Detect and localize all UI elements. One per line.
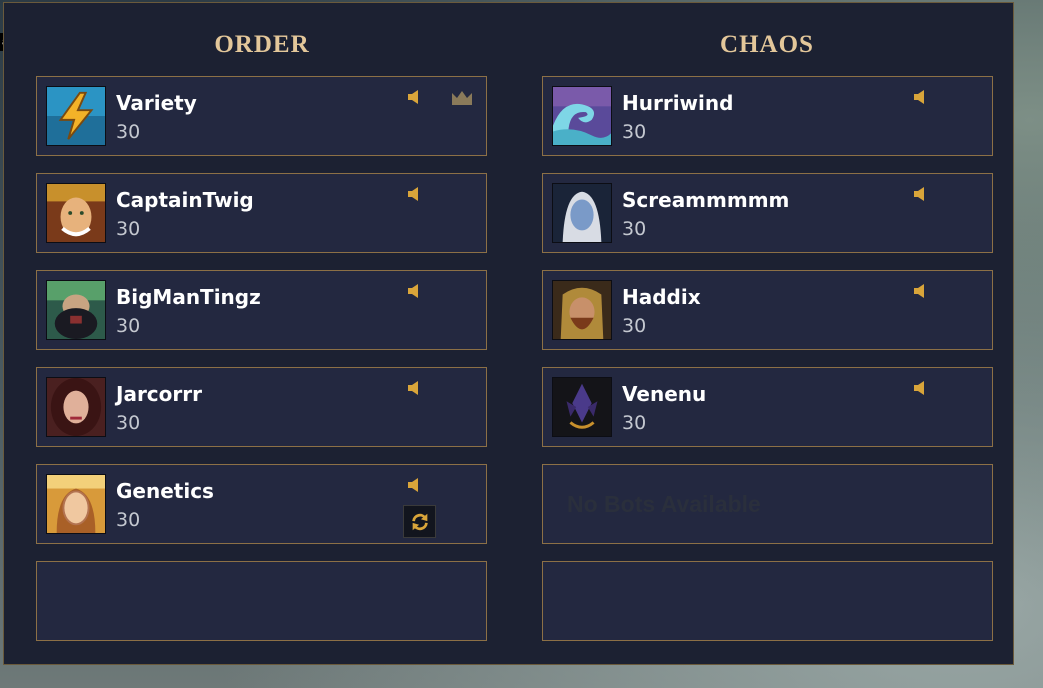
player-name: Haddix — [622, 285, 701, 309]
god-portrait-icon — [552, 280, 612, 340]
god-portrait-icon — [46, 377, 106, 437]
speaker-icon[interactable] — [913, 186, 929, 202]
lobby-panel: ORDER CHAOS Variety 30 CaptainTwig 30 Bi… — [3, 2, 1014, 665]
chaos-slot-empty[interactable] — [542, 561, 993, 641]
player-level: 30 — [116, 218, 141, 240]
player-name: Genetics — [116, 479, 214, 503]
order-slot-4[interactable]: Jarcorrr 30 — [36, 367, 487, 447]
speaker-icon[interactable] — [407, 380, 423, 396]
god-portrait-icon — [46, 183, 106, 243]
speaker-icon[interactable] — [913, 89, 929, 105]
player-level: 30 — [622, 315, 647, 337]
player-name: CaptainTwig — [116, 188, 254, 212]
speaker-icon[interactable] — [407, 283, 423, 299]
player-level: 30 — [622, 412, 647, 434]
player-name: Venenu — [622, 382, 707, 406]
no-bots-text: No Bots Available — [567, 491, 761, 517]
god-portrait-icon — [552, 183, 612, 243]
chaos-slot-4[interactable]: Venenu 30 — [542, 367, 993, 447]
player-level: 30 — [622, 121, 647, 143]
speaker-icon[interactable] — [407, 186, 423, 202]
refresh-icon — [411, 513, 428, 530]
lightning-icon — [46, 86, 106, 146]
player-name: Variety — [116, 91, 197, 115]
speaker-icon[interactable] — [407, 477, 423, 493]
order-slot-2[interactable]: CaptainTwig 30 — [36, 173, 487, 253]
order-slot-3[interactable]: BigManTingz 30 — [36, 270, 487, 350]
player-name: Jarcorrr — [116, 382, 202, 406]
chaos-slot-3[interactable]: Haddix 30 — [542, 270, 993, 350]
team-title-chaos: CHAOS — [720, 31, 814, 58]
player-name: Hurriwind — [622, 91, 734, 115]
player-level: 30 — [116, 121, 141, 143]
wave-icon — [552, 86, 612, 146]
player-level: 30 — [116, 509, 141, 531]
order-slot-5[interactable]: Genetics 30 — [36, 464, 487, 544]
chaos-slot-empty-bots[interactable]: No Bots Available — [542, 464, 993, 544]
player-level: 30 — [116, 315, 141, 337]
order-slot-1[interactable]: Variety 30 — [36, 76, 487, 156]
god-portrait-icon — [46, 280, 106, 340]
chaos-slot-1[interactable]: Hurriwind 30 — [542, 76, 993, 156]
player-name: Screammmmm — [622, 188, 790, 212]
player-name: BigManTingz — [116, 285, 261, 309]
emblem-icon — [552, 377, 612, 437]
god-portrait-icon — [46, 474, 106, 534]
speaker-icon[interactable] — [913, 283, 929, 299]
team-title-order: ORDER — [214, 31, 310, 58]
player-level: 30 — [116, 412, 141, 434]
swap-button[interactable] — [403, 505, 436, 538]
speaker-icon[interactable] — [407, 89, 423, 105]
order-slot-empty[interactable] — [36, 561, 487, 641]
speaker-icon[interactable] — [913, 380, 929, 396]
player-level: 30 — [622, 218, 647, 240]
crown-icon — [450, 89, 474, 105]
chaos-slot-2[interactable]: Screammmmm 30 — [542, 173, 993, 253]
